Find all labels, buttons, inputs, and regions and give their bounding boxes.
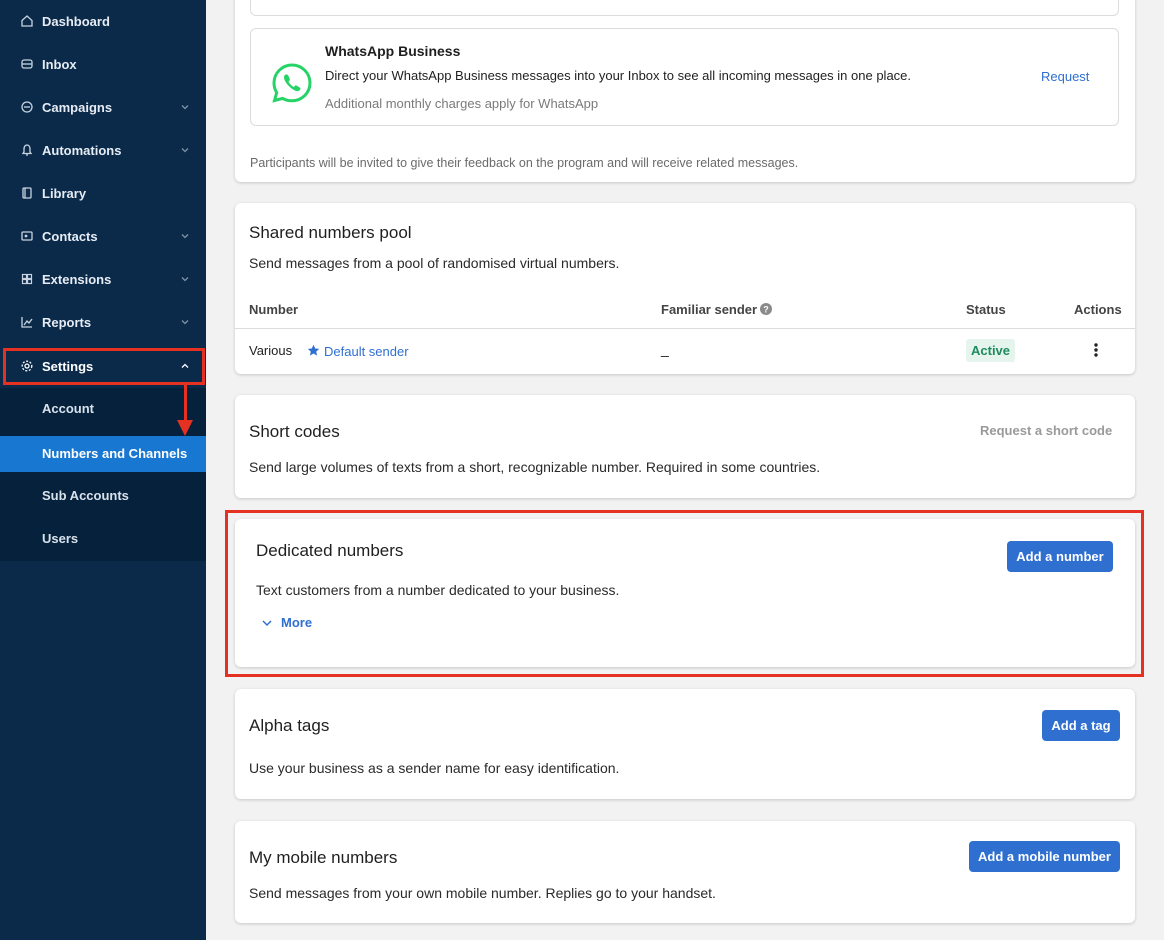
- mobile-numbers-description: Send messages from your own mobile numbe…: [249, 885, 716, 901]
- inbox-icon: [21, 59, 33, 69]
- whatsapp-request-link[interactable]: Request: [1041, 69, 1089, 84]
- extensions-icon: [21, 273, 33, 285]
- add-mobile-number-button[interactable]: Add a mobile number: [969, 841, 1120, 872]
- whatsapp-note: Additional monthly charges apply for Wha…: [325, 96, 599, 111]
- annotation-arrow: [184, 385, 187, 423]
- annotation-arrow-head: [177, 420, 193, 436]
- nav-library[interactable]: Library: [0, 172, 206, 215]
- chevron-down-icon: [181, 320, 189, 325]
- add-tag-button[interactable]: Add a tag: [1042, 710, 1120, 741]
- library-icon: [22, 187, 32, 199]
- alpha-tags-title: Alpha tags: [249, 716, 330, 735]
- shared-pool-title: Shared numbers pool: [249, 223, 412, 242]
- chevron-down-icon: [181, 105, 189, 110]
- subnav-numbers-and-channels[interactable]: Numbers and Channels: [0, 436, 206, 472]
- subnav-numbers-label: Numbers and Channels: [42, 446, 188, 461]
- nav-extensions-label: Extensions: [42, 272, 112, 287]
- nav-reports-label: Reports: [42, 315, 92, 330]
- chevron-down-icon: [181, 148, 189, 153]
- more-options-icon[interactable]: [1091, 342, 1101, 358]
- dedicated-highlight-box: [225, 510, 1144, 677]
- nav-dashboard-label: Dashboard: [42, 14, 110, 29]
- channels-card: WhatsApp Business Direct your WhatsApp B…: [235, 0, 1135, 182]
- contacts-icon: [21, 231, 33, 241]
- nav-automations-label: Automations: [42, 143, 122, 158]
- whatsapp-description: Direct your WhatsApp Business messages i…: [325, 68, 912, 83]
- shared-numbers-card: Shared numbers pool Send messages from a…: [235, 203, 1135, 374]
- nav-campaigns-label: Campaigns: [42, 100, 113, 115]
- mobile-numbers-title: My mobile numbers: [249, 848, 398, 867]
- subnav-users-label: Users: [42, 531, 79, 546]
- mobile-numbers-card: My mobile numbers Add a mobile number Se…: [235, 821, 1135, 923]
- nav-contacts-label: Contacts: [42, 229, 98, 244]
- program-footer-note: Participants will be invited to give the…: [250, 156, 799, 170]
- short-codes-description: Send large volumes of texts from a short…: [249, 459, 821, 475]
- column-header-number: Number: [249, 302, 299, 317]
- short-codes-card: Short codes Request a short code Send la…: [235, 395, 1135, 498]
- help-icon[interactable]: ?: [760, 303, 772, 315]
- sidebar: Dashboard Inbox Campaigns Automations Li…: [0, 0, 206, 940]
- request-short-code-button[interactable]: Request a short code: [980, 423, 1112, 438]
- home-icon: [21, 15, 33, 27]
- short-codes-title: Short codes: [249, 422, 340, 441]
- whatsapp-icon: [272, 63, 312, 103]
- alpha-tags-description: Use your business as a sender name for e…: [249, 760, 620, 776]
- star-icon: [307, 344, 320, 356]
- nav-library-label: Library: [42, 186, 87, 201]
- nav-reports[interactable]: Reports: [0, 301, 206, 344]
- subnav-account-label: Account: [42, 401, 94, 416]
- nav-inbox[interactable]: Inbox: [0, 43, 206, 86]
- svg-text:?: ?: [763, 305, 769, 315]
- subnav-sub-accounts[interactable]: Sub Accounts: [0, 478, 206, 514]
- row-number-value: Various: [249, 343, 293, 358]
- column-header-actions: Actions: [1074, 302, 1122, 317]
- automations-icon: [21, 144, 33, 156]
- nav-automations[interactable]: Automations: [0, 129, 206, 172]
- column-header-familiar-sender: Familiar sender: [661, 302, 758, 317]
- chevron-down-icon: [181, 234, 189, 239]
- nav-campaigns[interactable]: Campaigns: [0, 86, 206, 129]
- subnav-users[interactable]: Users: [0, 521, 206, 557]
- previous-channel-box: [250, 0, 1119, 16]
- reports-icon: [21, 317, 33, 328]
- row-familiar-value: _: [661, 341, 669, 357]
- settings-highlight-box: [3, 348, 205, 385]
- whatsapp-title: WhatsApp Business: [325, 43, 461, 59]
- subnav-account[interactable]: Account: [0, 391, 206, 427]
- campaigns-icon: [21, 101, 33, 113]
- default-sender-link[interactable]: Default sender: [324, 344, 409, 359]
- table-divider: [235, 328, 1135, 329]
- nav-dashboard[interactable]: Dashboard: [0, 0, 206, 43]
- whatsapp-channel-box: WhatsApp Business Direct your WhatsApp B…: [250, 28, 1119, 126]
- chevron-down-icon: [181, 277, 189, 282]
- alpha-tags-card: Alpha tags Add a tag Use your business a…: [235, 689, 1135, 799]
- shared-pool-description: Send messages from a pool of randomised …: [249, 255, 620, 271]
- nav-extensions[interactable]: Extensions: [0, 258, 206, 301]
- subnav-sub-accounts-label: Sub Accounts: [42, 488, 129, 503]
- nav-contacts[interactable]: Contacts: [0, 215, 206, 258]
- nav-inbox-label: Inbox: [42, 57, 77, 72]
- column-header-status: Status: [966, 302, 1006, 317]
- status-badge: Active: [966, 339, 1016, 362]
